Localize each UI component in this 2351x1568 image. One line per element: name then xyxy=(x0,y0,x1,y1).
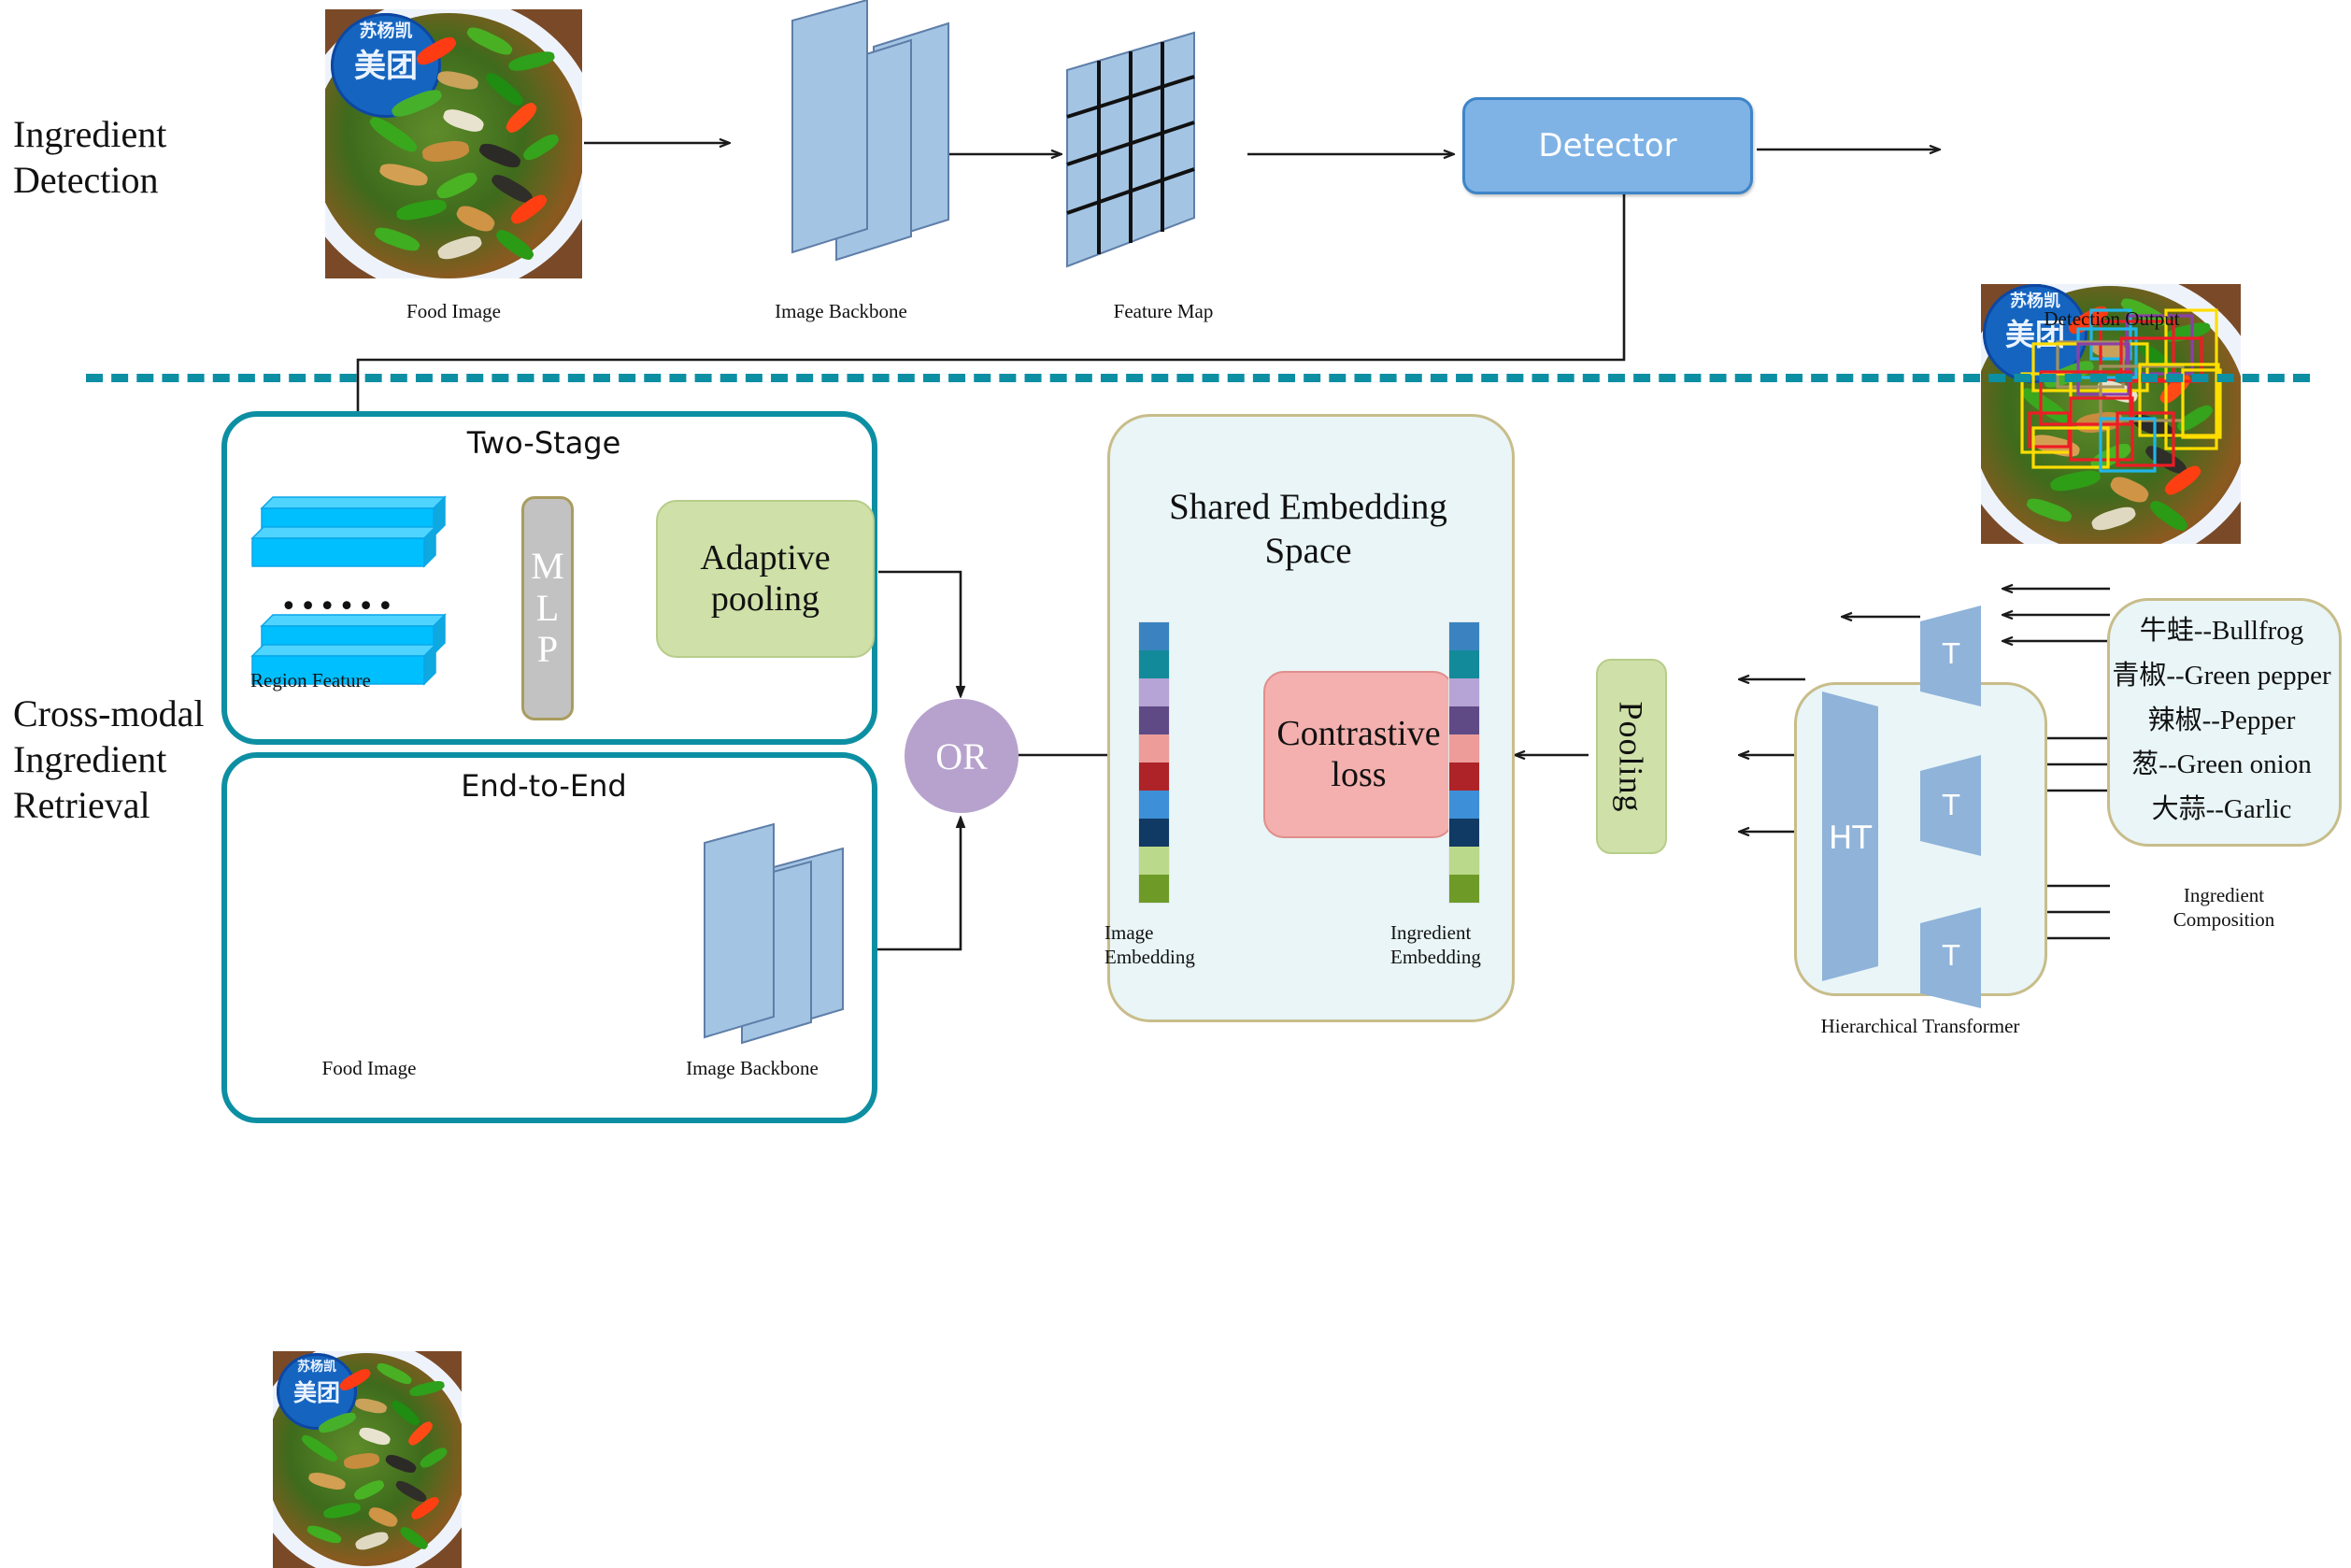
mlp-letter-l: L xyxy=(535,586,560,629)
embedding-segment-8 xyxy=(1139,847,1169,875)
mlp-letter-m: M xyxy=(531,544,564,587)
or-gate[interactable]: OR xyxy=(905,699,1019,813)
mlp-box[interactable]: M L P xyxy=(521,496,574,720)
contrastive-loss-label: Contrastive loss xyxy=(1276,713,1441,794)
two-stage-title: Two-Stage xyxy=(466,425,621,461)
embedding-segment-9 xyxy=(1449,875,1479,903)
shared-embedding-title: Shared Embedding Space xyxy=(1169,487,1447,571)
embedding-segment-2 xyxy=(1139,678,1169,706)
caption-ingredient-composition: Ingredient Composition xyxy=(2173,884,2275,932)
embedding-segment-6 xyxy=(1449,791,1479,819)
embedding-segment-5 xyxy=(1449,763,1479,791)
embedding-segment-7 xyxy=(1139,819,1169,847)
embedding-segment-3 xyxy=(1139,706,1169,734)
embedding-segment-4 xyxy=(1449,734,1479,763)
svg-text:HT: HT xyxy=(1829,820,1873,857)
caption-ingredient-embedding: Ingredient Embedding xyxy=(1390,921,1481,969)
caption-feature-map: Feature Map xyxy=(1113,300,1214,322)
embedding-segment-2 xyxy=(1449,678,1479,706)
caption-detection-output: Detection Output xyxy=(2044,307,2180,330)
embedding-segment-1 xyxy=(1449,650,1479,678)
detector-label: Detector xyxy=(1538,127,1677,164)
embedding-segment-1 xyxy=(1139,650,1169,678)
embedding-segment-8 xyxy=(1449,847,1479,875)
adaptive-pooling-label: Adaptive pooling xyxy=(700,537,831,619)
pooling-box[interactable]: Pooling xyxy=(1596,659,1667,854)
detector-box[interactable]: Detector xyxy=(1462,97,1753,194)
food-image-bottom: 苏杨凯 美团 xyxy=(273,1351,462,1568)
ingredient-item-0: 牛蛙--Bullfrog xyxy=(2139,616,2304,646)
region-feature-ellipsis: •••••• xyxy=(280,591,397,623)
diagram-canvas: Ingredient Detection Cross-modal Ingredi… xyxy=(0,0,2351,1568)
pooling-label: Pooling xyxy=(1613,700,1650,813)
ingredient-embedding-bar xyxy=(1449,622,1479,903)
embedding-segment-0 xyxy=(1139,622,1169,650)
feature-map xyxy=(1066,31,1195,268)
ingredient-item-4: 大蒜--Garlic xyxy=(2151,794,2292,824)
image-backbone-top xyxy=(791,0,949,262)
end-to-end-title: End-to-End xyxy=(461,768,627,804)
ingredient-composition-list: 牛蛙--Bullfrog 青椒--Green pepper 辣椒--Pepper 葱-… xyxy=(2108,612,2335,829)
ingredient-item-2: 辣椒--Pepper xyxy=(2147,705,2296,735)
section-divider xyxy=(86,374,2310,382)
contrastive-loss-box[interactable]: Contrastive loss xyxy=(1263,671,1454,838)
caption-food-image-bottom: Food Image xyxy=(321,1057,417,1079)
embedding-segment-3 xyxy=(1449,706,1479,734)
image-embedding-bar xyxy=(1139,622,1169,903)
caption-region-feature: Region Feature xyxy=(250,669,371,691)
embedding-segment-9 xyxy=(1139,875,1169,903)
adaptive-pooling-box[interactable]: Adaptive pooling xyxy=(656,500,875,658)
embedding-segment-6 xyxy=(1139,791,1169,819)
ingredient-item-3: 葱--Green onion xyxy=(2131,749,2312,780)
embedding-segment-4 xyxy=(1139,734,1169,763)
caption-image-backbone-bottom: Image Backbone xyxy=(686,1057,819,1079)
caption-food-image-top: Food Image xyxy=(406,300,501,322)
embedding-segment-0 xyxy=(1449,622,1479,650)
embedding-segment-7 xyxy=(1449,819,1479,847)
ingredient-item-1: 青椒--Green pepper xyxy=(2112,660,2331,691)
food-image-top: 苏杨凯 美团 xyxy=(325,9,582,278)
caption-image-embedding: Image Embedding xyxy=(1104,921,1195,969)
caption-image-backbone-top: Image Backbone xyxy=(775,300,907,322)
section-label-ingredient-detection: Ingredient Detection xyxy=(13,113,167,201)
hierarchical-transformer-shapes: HT xyxy=(1822,606,1981,1008)
embedding-segment-5 xyxy=(1139,763,1169,791)
caption-hierarchical-transformer: Hierarchical Transformer xyxy=(1820,1015,2020,1037)
image-backbone-bottom xyxy=(704,822,844,1045)
or-gate-label: OR xyxy=(935,734,988,777)
mlp-letter-p: P xyxy=(536,628,559,671)
